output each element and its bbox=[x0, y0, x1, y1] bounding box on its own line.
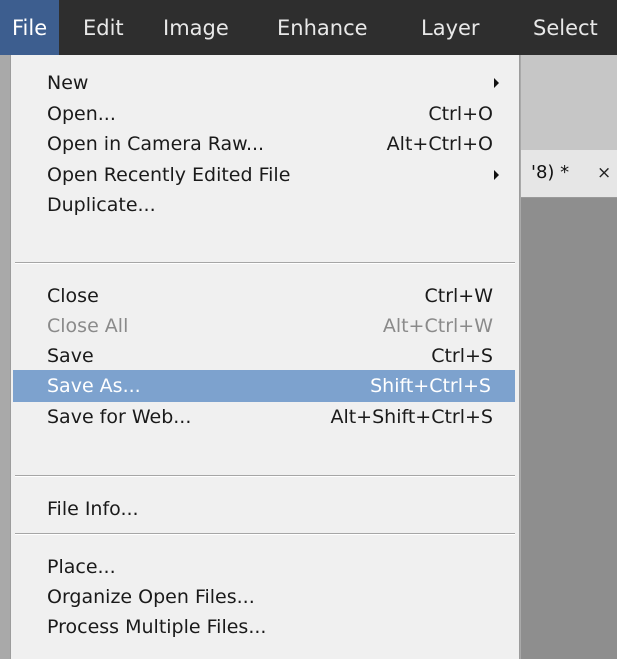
submenu-arrow-icon bbox=[494, 170, 499, 180]
menu-item-shortcut: Ctrl+W bbox=[424, 285, 493, 307]
menu-separator bbox=[15, 262, 515, 264]
menu-item-organize-open-files[interactable]: Organize Open Files... bbox=[11, 581, 519, 613]
menu-item-label: Close bbox=[47, 285, 99, 307]
menu-item-label: File Info... bbox=[47, 498, 139, 520]
menu-file[interactable]: File bbox=[0, 0, 60, 55]
menu-bar: File Edit Image Enhance Layer Select bbox=[0, 0, 617, 55]
canvas-area[interactable] bbox=[521, 198, 617, 659]
submenu-arrow-icon bbox=[494, 78, 499, 88]
menu-item-label: Save As... bbox=[47, 375, 141, 397]
menu-select[interactable]: Select bbox=[533, 0, 598, 55]
menu-separator bbox=[15, 475, 515, 477]
menu-item-shortcut: Alt+Shift+Ctrl+S bbox=[330, 406, 493, 428]
menu-item-save[interactable]: Save Ctrl+S bbox=[11, 340, 519, 372]
menu-enhance[interactable]: Enhance bbox=[277, 0, 368, 55]
menu-item-label: Place... bbox=[47, 556, 116, 578]
menu-item-shortcut: Ctrl+O bbox=[428, 103, 493, 125]
menu-item-label: Save bbox=[47, 345, 94, 367]
menu-item-process-multiple-files[interactable]: Process Multiple Files... bbox=[11, 611, 519, 643]
menu-separator bbox=[15, 533, 515, 535]
menu-item-open-camera-raw[interactable]: Open in Camera Raw... Alt+Ctrl+O bbox=[11, 128, 519, 160]
menu-image[interactable]: Image bbox=[163, 0, 229, 55]
menu-item-close[interactable]: Close Ctrl+W bbox=[11, 280, 519, 312]
file-menu-dropdown: New Open... Ctrl+O Open in Camera Raw...… bbox=[10, 55, 520, 659]
menu-item-duplicate[interactable]: Duplicate... bbox=[11, 189, 519, 221]
menu-item-label: Open Recently Edited File bbox=[47, 164, 291, 186]
menu-item-new[interactable]: New bbox=[11, 67, 519, 99]
menu-item-shortcut: Alt+Ctrl+W bbox=[382, 315, 493, 337]
options-bar bbox=[521, 55, 617, 151]
menu-item-label: Open... bbox=[47, 103, 116, 125]
menu-item-shortcut: Shift+Ctrl+S bbox=[370, 375, 491, 397]
menu-item-label: Organize Open Files... bbox=[47, 586, 255, 608]
menu-item-label: Duplicate... bbox=[47, 194, 156, 216]
document-tab-label: '8) * bbox=[531, 162, 570, 183]
menu-item-shortcut: Alt+Ctrl+O bbox=[386, 133, 493, 155]
menu-item-place[interactable]: Place... bbox=[11, 551, 519, 583]
menu-item-open-recent[interactable]: Open Recently Edited File bbox=[11, 159, 519, 191]
menu-item-open[interactable]: Open... Ctrl+O bbox=[11, 98, 519, 130]
close-icon[interactable]: × bbox=[597, 150, 611, 196]
menu-layer[interactable]: Layer bbox=[421, 0, 480, 55]
menu-item-file-info[interactable]: File Info... bbox=[11, 493, 519, 525]
menu-item-close-all: Close All Alt+Ctrl+W bbox=[11, 310, 519, 342]
menu-item-shortcut: Ctrl+S bbox=[431, 345, 493, 367]
menu-edit[interactable]: Edit bbox=[83, 0, 124, 55]
menu-item-label: Save for Web... bbox=[47, 406, 192, 428]
menu-item-save-as[interactable]: Save As... Shift+Ctrl+S bbox=[13, 370, 515, 402]
document-tab[interactable]: '8) * × bbox=[521, 150, 617, 198]
menu-item-label: Process Multiple Files... bbox=[47, 616, 267, 638]
menu-item-label: Close All bbox=[47, 315, 129, 337]
menu-item-label: New bbox=[47, 72, 89, 94]
menu-item-label: Open in Camera Raw... bbox=[47, 133, 265, 155]
menu-item-save-for-web[interactable]: Save for Web... Alt+Shift+Ctrl+S bbox=[11, 401, 519, 433]
